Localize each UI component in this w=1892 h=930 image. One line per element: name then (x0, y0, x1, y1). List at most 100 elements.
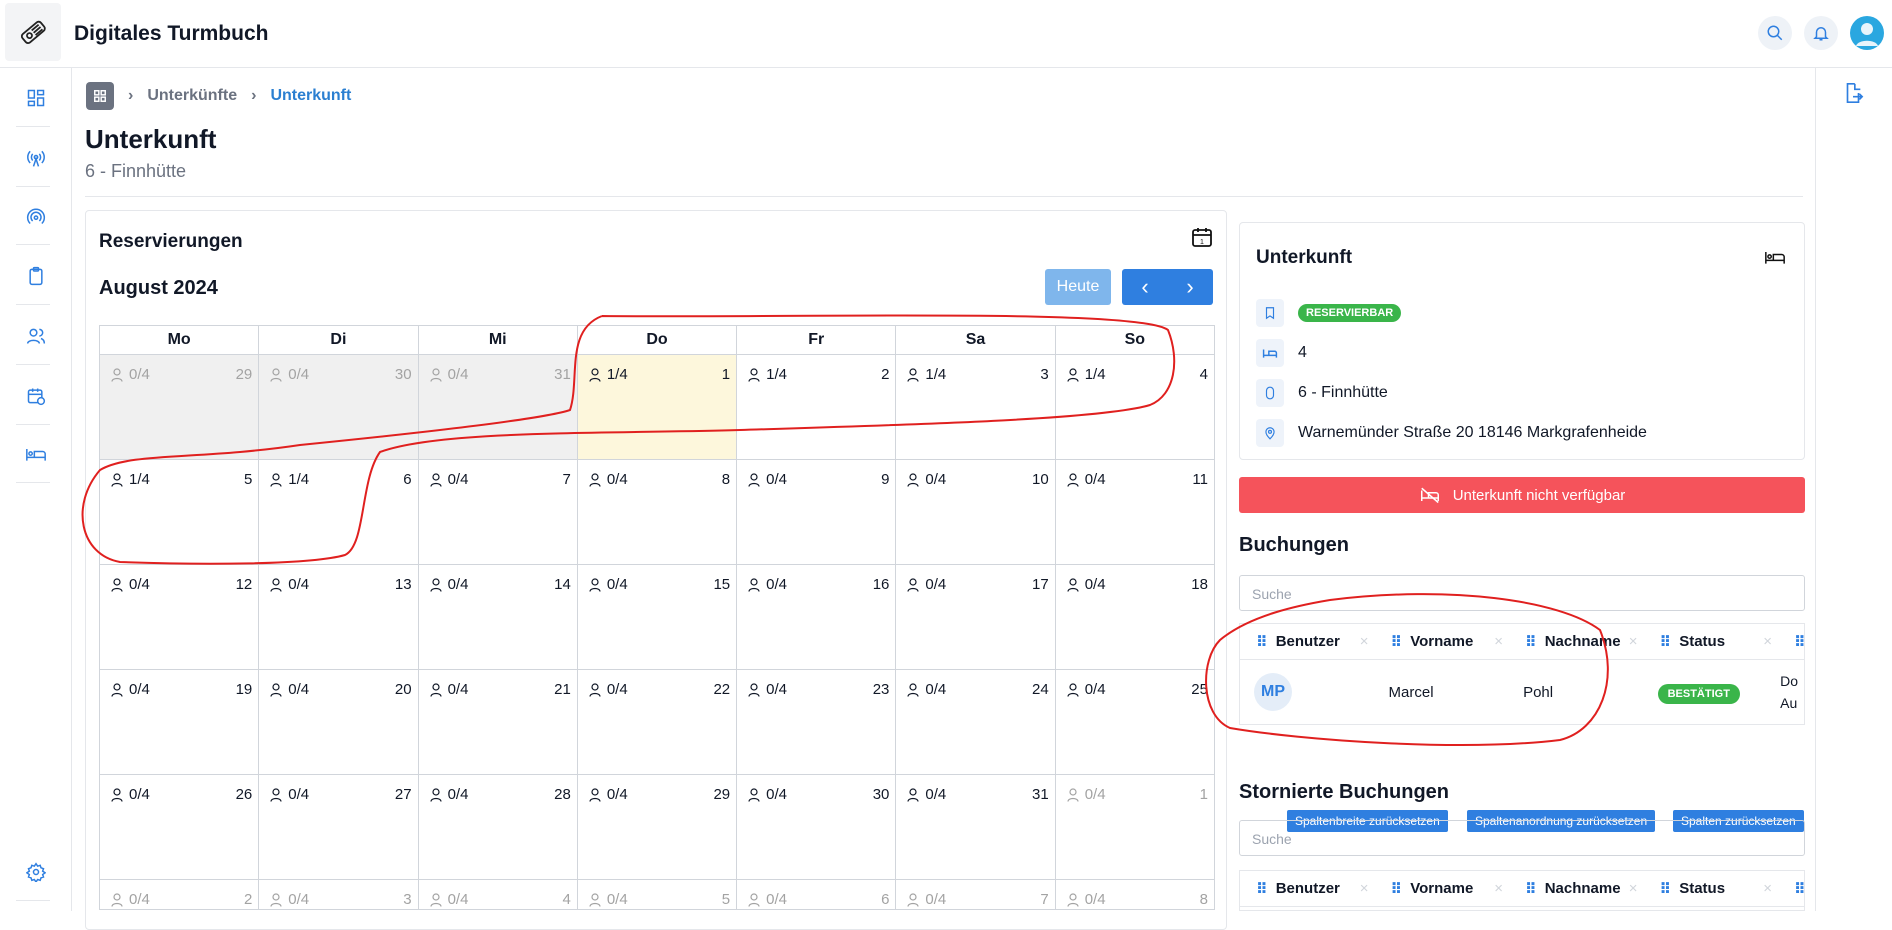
calendar-day[interactable]: 0/4 13 (258, 565, 417, 669)
calendar-day[interactable]: 0/4 1 (1054, 775, 1214, 879)
avatar-icon (1856, 23, 1878, 46)
calendar-day[interactable]: 0/4 12 (100, 565, 258, 669)
sidebar-item-clipboard[interactable] (18, 258, 54, 294)
drag-handle-icon[interactable]: ⠿ (1525, 880, 1537, 898)
app-logo[interactable] (5, 3, 61, 61)
close-icon[interactable]: × (1360, 880, 1369, 897)
calendar-button[interactable]: 1 (1190, 225, 1214, 254)
calendar-day[interactable]: 0/4 9 (736, 460, 895, 564)
close-icon[interactable]: × (1494, 633, 1503, 650)
drag-handle-icon[interactable]: ⠿ (1660, 633, 1672, 651)
calendar-day[interactable]: 0/4 8 (576, 460, 736, 564)
calendar-week: 0/4 12 0/4 13 0/4 14 0/4 15 0/4 16 0/4 17 0/4 18 (99, 565, 1215, 670)
column-header-more[interactable]: ⠿ (1778, 871, 1804, 906)
drag-handle-icon[interactable]: ⠿ (1794, 633, 1804, 651)
drag-handle-icon[interactable]: ⠿ (1256, 880, 1268, 898)
next-month-button[interactable]: › (1167, 269, 1213, 305)
drag-handle-icon[interactable]: ⠿ (1794, 880, 1804, 898)
sidebar-item-calendar[interactable] (18, 378, 54, 414)
breadcrumb-accommodation[interactable]: Unterkunft (270, 87, 351, 105)
calendar-day[interactable]: 0/4 7 (895, 880, 1054, 909)
user-avatar[interactable] (1850, 16, 1884, 50)
sidebar-item-users[interactable] (18, 318, 54, 354)
calendar-day[interactable]: 1/4 3 (895, 355, 1054, 459)
occupancy-value: 0/4 (766, 786, 787, 803)
export-button[interactable] (1842, 82, 1864, 109)
column-header-status[interactable]: ⠿ Status × (1644, 624, 1779, 659)
calendar-day[interactable]: 0/4 11 (1054, 460, 1214, 564)
sidebar-item-dashboard[interactable] (18, 80, 54, 116)
calendar-day[interactable]: 0/4 15 (576, 565, 736, 669)
calendar-day[interactable]: 0/4 26 (100, 775, 258, 879)
close-icon[interactable]: × (1494, 880, 1503, 897)
calendar-day[interactable]: 0/4 19 (100, 670, 258, 774)
breadcrumb-home[interactable] (86, 82, 114, 110)
column-header-lastname[interactable]: ⠿ Nachname × (1509, 871, 1644, 906)
calendar-day[interactable]: 0/4 30 (736, 775, 895, 879)
sidebar-item-antenna[interactable] (18, 140, 54, 176)
calendar-day[interactable]: 0/4 29 (100, 355, 259, 459)
calendar-day[interactable]: 1/4 1 (576, 355, 737, 459)
calendar-day[interactable]: 0/4 30 (258, 355, 418, 459)
calendar-day[interactable]: 0/4 7 (417, 460, 577, 564)
calendar-day[interactable]: 0/4 8 (1054, 880, 1214, 909)
prev-month-button[interactable]: ‹ (1122, 269, 1168, 305)
calendar-day[interactable]: 0/4 14 (417, 565, 577, 669)
calendar-day[interactable]: 0/4 27 (258, 775, 417, 879)
calendar-day[interactable]: 0/4 17 (895, 565, 1054, 669)
calendar-day[interactable]: 0/4 3 (258, 880, 417, 909)
calendar-day[interactable]: 1/4 2 (736, 355, 895, 459)
calendar-day[interactable]: 0/4 5 (576, 880, 736, 909)
calendar-day[interactable]: 0/4 10 (895, 460, 1054, 564)
notifications-button[interactable] (1804, 16, 1838, 50)
column-header-firstname[interactable]: ⠿ Vorname × (1375, 624, 1510, 659)
close-icon[interactable]: × (1629, 633, 1638, 650)
calendar-day[interactable]: 0/4 20 (258, 670, 417, 774)
calendar-day[interactable]: 0/4 18 (1054, 565, 1214, 669)
sidebar-item-signal[interactable] (18, 198, 54, 234)
calendar-day[interactable]: 0/4 29 (576, 775, 736, 879)
day-number: 2 (243, 891, 253, 908)
column-header-lastname[interactable]: ⠿ Nachname × (1509, 624, 1644, 659)
table-row[interactable]: MP Marcel Pohl BESTÄTIGT Do Au (1240, 660, 1804, 724)
drag-handle-icon[interactable]: ⠿ (1391, 880, 1403, 898)
bookings-search-input[interactable]: Suche (1239, 575, 1805, 611)
calendar-day[interactable]: 0/4 24 (895, 670, 1054, 774)
calendar-day[interactable]: 0/4 31 (895, 775, 1054, 879)
close-icon[interactable]: × (1360, 633, 1369, 650)
calendar-day[interactable]: 0/4 28 (417, 775, 577, 879)
drag-handle-icon[interactable]: ⠿ (1525, 633, 1537, 651)
search-button[interactable] (1758, 16, 1792, 50)
unavailable-button[interactable]: Unterkunft nicht verfügbar (1239, 477, 1805, 513)
calendar-day[interactable]: 0/4 21 (417, 670, 577, 774)
calendar-day[interactable]: 1/4 4 (1054, 355, 1214, 459)
drag-handle-icon[interactable]: ⠿ (1660, 880, 1672, 898)
close-icon[interactable]: × (1763, 880, 1772, 897)
calendar-day[interactable]: 0/4 6 (736, 880, 895, 909)
close-icon[interactable]: × (1629, 880, 1638, 897)
column-header-more[interactable]: ⠿ (1778, 624, 1804, 659)
cancelled-search-input[interactable]: Suche (1239, 820, 1805, 856)
calendar-day[interactable]: 0/4 25 (1054, 670, 1214, 774)
drag-handle-icon[interactable]: ⠿ (1391, 633, 1403, 651)
drag-handle-icon[interactable]: ⠿ (1256, 633, 1268, 651)
column-header-user[interactable]: ⠿ Benutzer × (1240, 624, 1375, 659)
calendar-day[interactable]: 0/4 23 (736, 670, 895, 774)
person-icon (1067, 577, 1079, 592)
close-icon[interactable]: × (1763, 633, 1772, 650)
calendar-day[interactable]: 0/4 22 (576, 670, 736, 774)
calendar-day[interactable]: 0/4 4 (417, 880, 577, 909)
today-button[interactable]: Heute (1045, 269, 1111, 305)
occupancy: 0/4 (748, 786, 787, 803)
column-header-firstname[interactable]: ⠿ Vorname × (1375, 871, 1510, 906)
calendar-day[interactable]: 0/4 16 (736, 565, 895, 669)
column-header-status[interactable]: ⠿ Status × (1644, 871, 1779, 906)
calendar-day[interactable]: 1/4 5 (100, 460, 258, 564)
breadcrumb-accommodations[interactable]: Unterkünfte (147, 87, 237, 105)
sidebar-item-accommodation[interactable] (18, 436, 54, 472)
calendar-day[interactable]: 0/4 2 (100, 880, 258, 909)
calendar-day[interactable]: 0/4 31 (417, 355, 577, 459)
calendar-day[interactable]: 1/4 6 (258, 460, 417, 564)
settings-button[interactable] (18, 854, 54, 890)
column-header-user[interactable]: ⠿ Benutzer × (1240, 871, 1375, 906)
